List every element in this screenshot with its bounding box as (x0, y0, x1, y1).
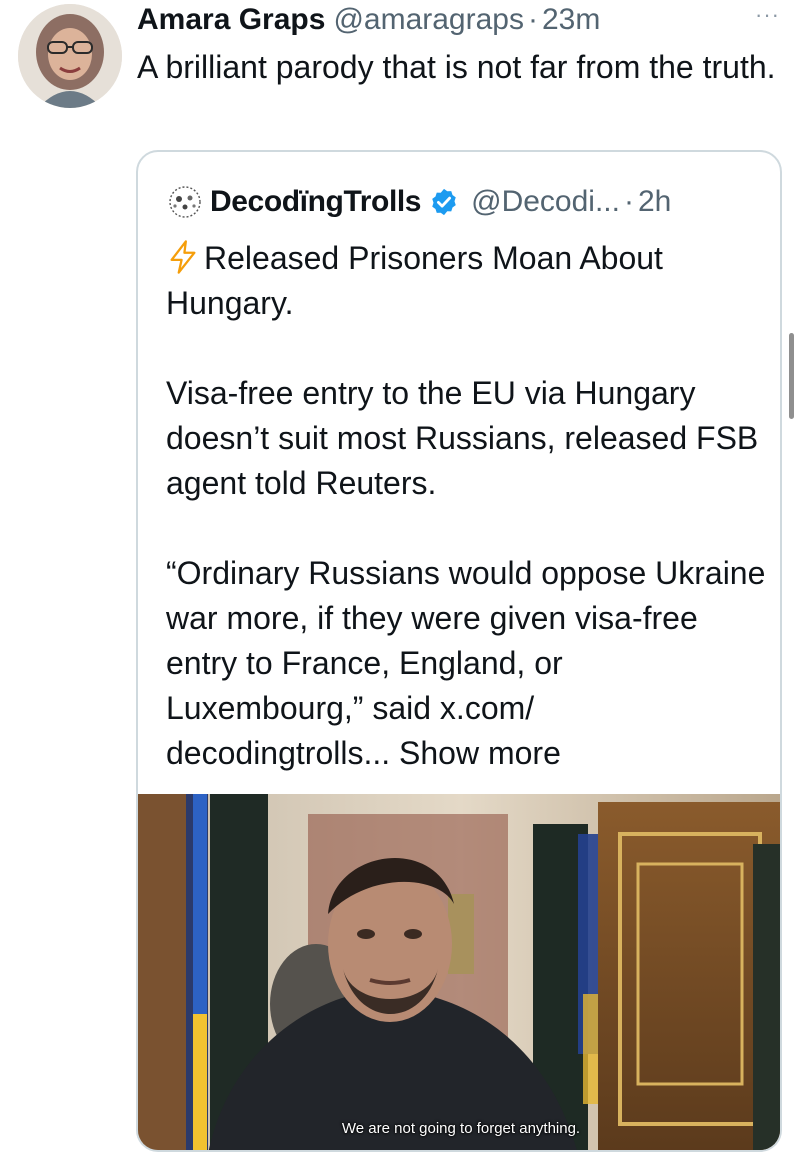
quoted-author-name[interactable]: DecodïngTrolls (210, 185, 422, 219)
quoted-tweet-header: DecodïngTrolls @Decodi... · 2h (166, 180, 760, 224)
quoted-title: Released Prisoners Moan About Hungary. (166, 240, 663, 321)
quoted-paragraph-2-line: “Ordinary Russians would oppose Ukraine … (166, 551, 766, 776)
quoted-timestamp[interactable]: 2h (638, 185, 671, 219)
video-thumbnail[interactable]: We are not going to forget anything. (138, 794, 780, 1150)
separator-dot: · (527, 3, 538, 36)
video-frame (138, 794, 780, 1150)
quoted-tweet-text: Released Prisoners Moan About Hungary. V… (166, 236, 766, 776)
quoted-author-handle[interactable]: @Decodi... (471, 185, 620, 219)
quoted-paragraph-1: Visa-free entry to the EU via Hungary do… (166, 375, 759, 501)
verified-badge-icon (432, 188, 456, 216)
quoted-title-line: Released Prisoners Moan About Hungary. (166, 236, 766, 326)
timestamp[interactable]: 23m (542, 2, 600, 38)
more-options-icon[interactable]: ··· (755, 2, 780, 28)
video-caption: We are not going to forget anything. (341, 1120, 581, 1137)
decodingtrolls-logo-icon (169, 186, 201, 218)
avatar[interactable] (18, 4, 122, 108)
author-handle[interactable]: @amaragraps (333, 2, 524, 38)
scrollbar[interactable] (789, 333, 794, 419)
avatar-image (18, 4, 122, 108)
show-more-link[interactable]: Show more (399, 735, 561, 771)
separator-dot: · (623, 185, 634, 218)
quoted-tweet[interactable]: DecodïngTrolls @Decodi... · 2h Released … (136, 150, 782, 1152)
tweet[interactable]: Amara Graps @amaragraps · 23m ··· A bril… (0, 0, 800, 1159)
tweet-header: Amara Graps @amaragraps · 23m (137, 0, 780, 40)
tweet-text: A brilliant parody that is not far from … (137, 49, 776, 85)
author-name[interactable]: Amara Graps (137, 2, 325, 38)
lightning-bolt-icon (170, 240, 196, 274)
